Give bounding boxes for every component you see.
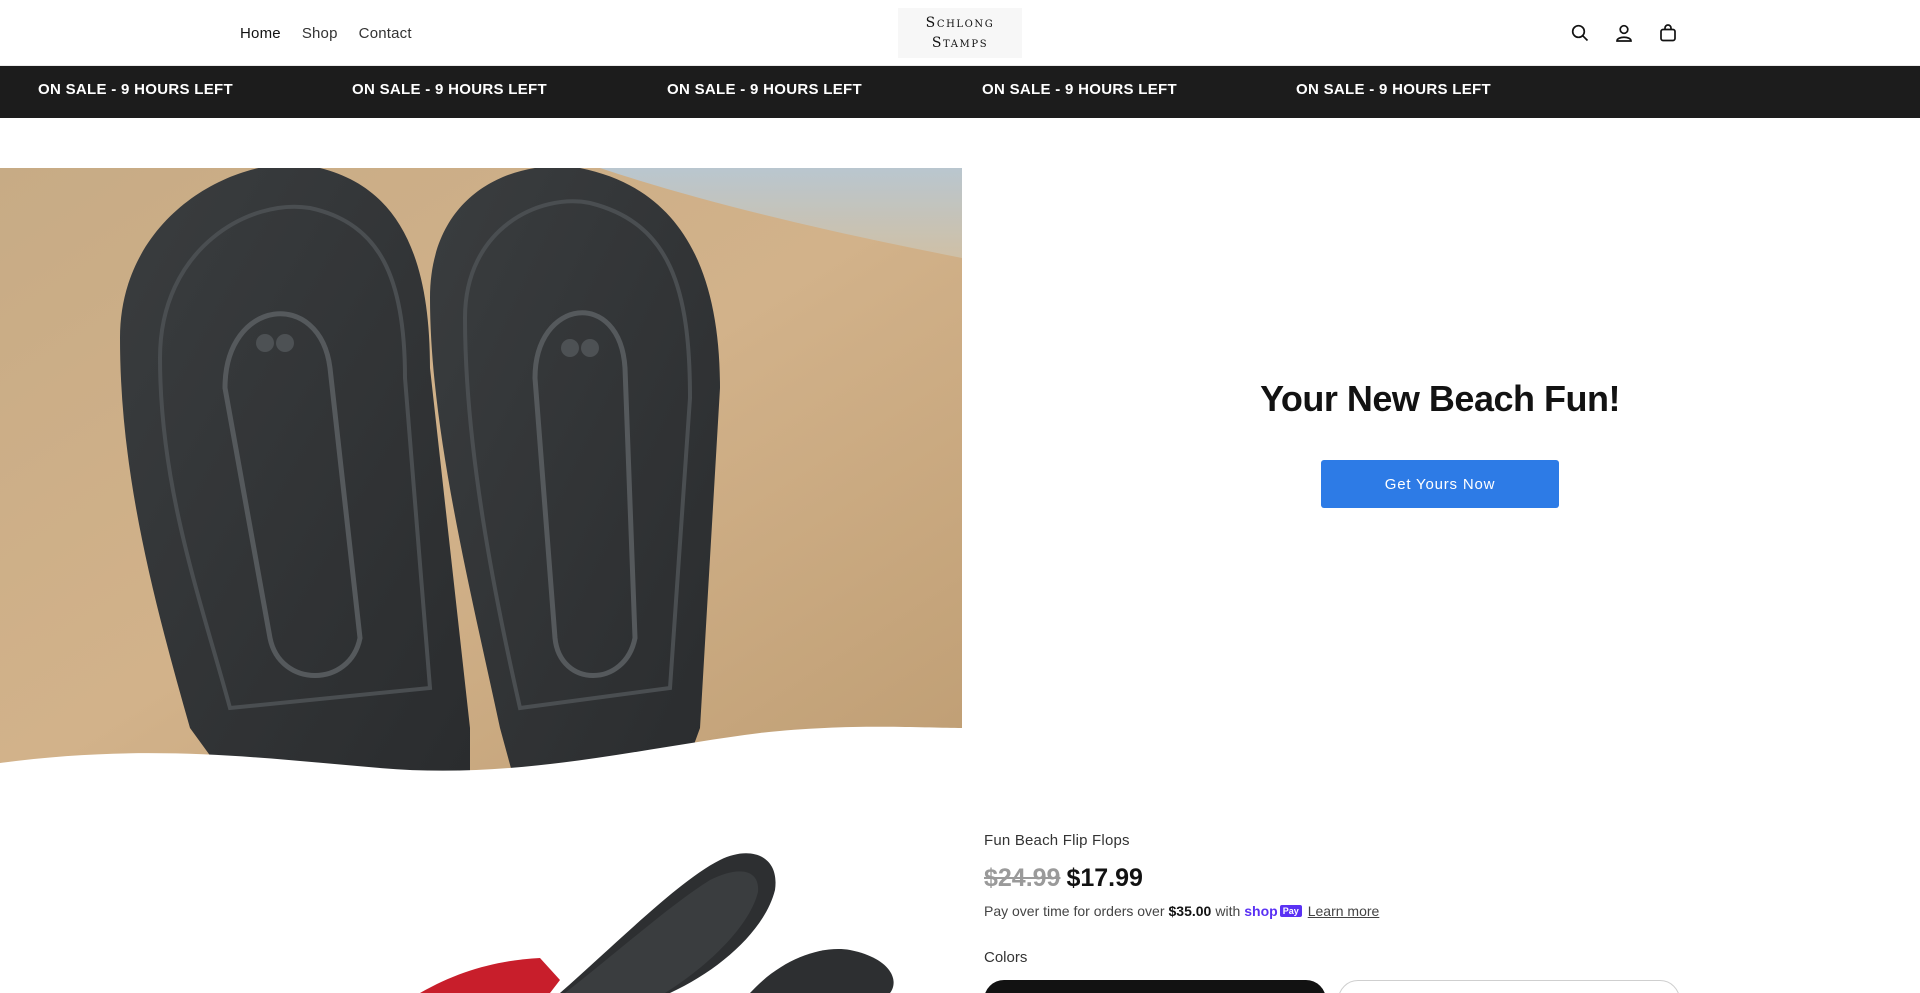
installments-with: with	[1215, 903, 1241, 919]
installments-prefix: Pay over time for orders over	[984, 903, 1165, 919]
product-info: Fun Beach Flip Flops $24.99 $17.99 Pay o…	[984, 832, 1684, 993]
colors-label: Colors	[984, 949, 1028, 966]
site-header: Home Shop Contact Schlong Stamps	[0, 0, 1920, 66]
learn-more-link[interactable]: Learn more	[1308, 903, 1380, 919]
search-icon[interactable]	[1567, 19, 1593, 47]
price-row: $24.99 $17.99	[984, 864, 1684, 893]
announcement-text: ON SALE - 9 HOURS LEFT	[38, 81, 233, 98]
sale-price: $17.99	[1066, 864, 1143, 892]
hero-title: Your New Beach Fun!	[1260, 378, 1620, 419]
account-icon[interactable]	[1611, 19, 1637, 47]
nav-contact-link[interactable]: Contact	[359, 25, 412, 42]
announcement-bar: ON SALE - 9 HOURS LEFT ON SALE - 9 HOURS…	[0, 66, 1920, 118]
hero-text: Your New Beach Fun!	[1150, 378, 1730, 420]
main-nav: Home Shop Contact	[240, 0, 412, 66]
logo-line-1: Schlong	[925, 15, 995, 31]
announcement-text: ON SALE - 9 HOURS LEFT	[667, 81, 862, 98]
shop-pay-shop: shop	[1244, 903, 1278, 919]
nav-home-link[interactable]: Home	[240, 25, 281, 42]
shop-pay-pay: Pay	[1279, 905, 1302, 917]
cart-icon[interactable]	[1655, 19, 1681, 47]
logo-line-2: Stamps	[931, 35, 989, 51]
nav-shop-link[interactable]: Shop	[302, 25, 338, 42]
compare-at-price: $24.99	[984, 864, 1061, 892]
hero-image	[0, 168, 962, 783]
product-title: Fun Beach Flip Flops	[984, 832, 1130, 849]
get-yours-now-button[interactable]: Get Yours Now	[1321, 460, 1559, 508]
product-image[interactable]	[420, 850, 980, 993]
announcement-text: ON SALE - 9 HOURS LEFT	[1296, 81, 1491, 98]
installments-banner: Pay over time for orders over $35.00 wit…	[984, 903, 1684, 919]
installments-amount: $35.00	[1168, 903, 1212, 919]
shop-pay-logo: shop Pay	[1244, 903, 1302, 919]
announcement-text: ON SALE - 9 HOURS LEFT	[352, 81, 547, 98]
site-logo[interactable]: Schlong Stamps	[898, 8, 1022, 58]
header-icons	[1567, 19, 1681, 47]
color-option-selected[interactable]	[984, 980, 1326, 993]
color-option[interactable]	[1338, 980, 1680, 993]
announcement-text: ON SALE - 9 HOURS LEFT	[982, 81, 1177, 98]
color-options	[984, 980, 1684, 993]
